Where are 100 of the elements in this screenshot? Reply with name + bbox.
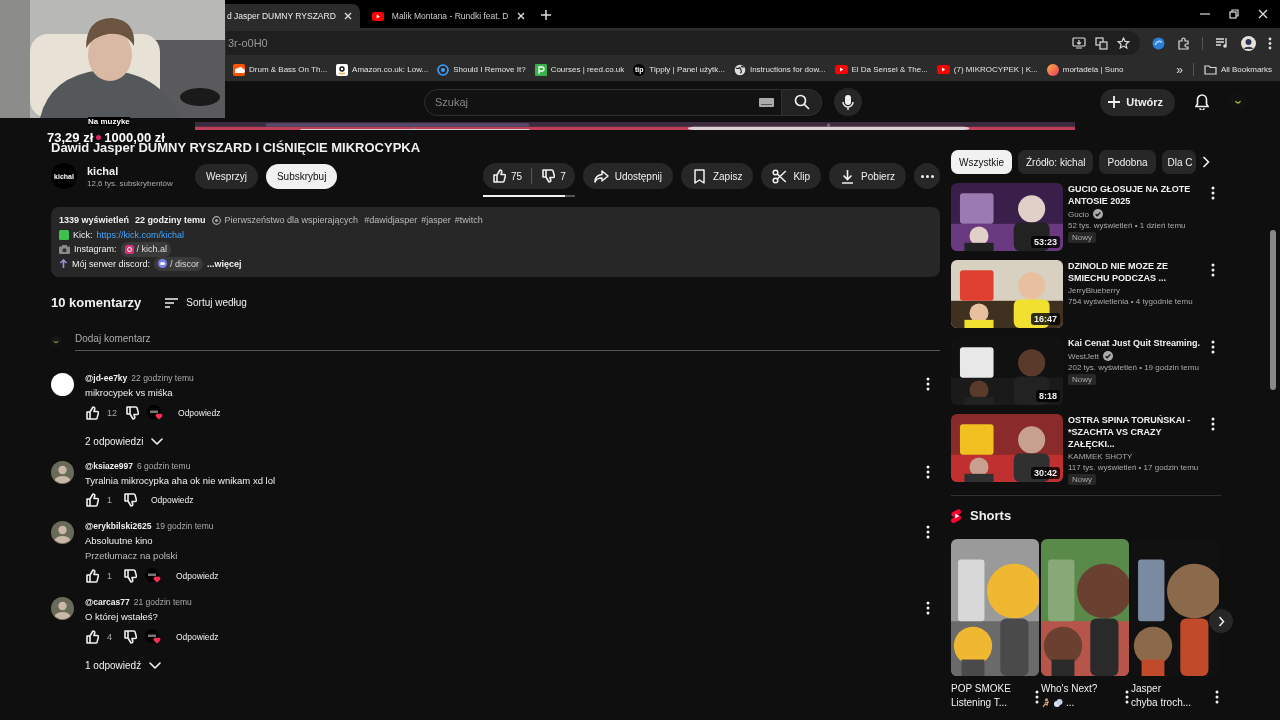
more-icon[interactable] (1211, 263, 1215, 277)
link-chip[interactable]: / discor (154, 256, 204, 271)
like-button[interactable]: 75 (483, 163, 532, 189)
comment-author[interactable]: @carcas77 (85, 597, 130, 607)
browser-tab[interactable]: Malik Montana - Rundki feat. D (359, 4, 533, 28)
comment-time[interactable]: 6 godzin temu (137, 461, 191, 471)
puzzle-icon[interactable] (1177, 36, 1190, 50)
media-queue-icon[interactable] (1215, 37, 1229, 49)
more-icon[interactable] (926, 377, 930, 391)
search-field[interactable]: Szukaj (424, 88, 782, 116)
comment-author[interactable]: @erykbilski2625 (85, 521, 152, 531)
more-icon[interactable] (1211, 186, 1215, 200)
thumbs-down-icon[interactable] (123, 493, 137, 507)
show-more-link[interactable]: ...więcej (207, 256, 242, 271)
thumbs-up-icon[interactable] (492, 169, 506, 183)
bookmark[interactable]: Amazon.co.uk: Low... (336, 63, 429, 76)
link[interactable]: https://kick.com/kichal (96, 227, 185, 242)
replies-toggle[interactable]: 1 odpowiedź (85, 660, 162, 671)
more-icon[interactable] (1125, 690, 1129, 704)
bookmark[interactable]: Instructions for dow... (733, 63, 826, 76)
avatar-icon[interactable] (51, 373, 74, 396)
action-button[interactable]: Udostępnij (582, 163, 673, 189)
avatar-icon[interactable] (51, 521, 74, 544)
profile-avatar-icon[interactable] (1241, 35, 1256, 51)
action-button[interactable]: Klip (761, 163, 822, 189)
more-icon[interactable] (926, 601, 930, 615)
channel-name[interactable]: WestJett (1068, 351, 1099, 361)
comment-time[interactable]: 21 godzin temu (133, 597, 192, 607)
action-button[interactable]: Pobierz (829, 163, 906, 189)
bookmark-folder[interactable]: All Bookmarks (1203, 64, 1272, 75)
thumbs-down-icon[interactable] (541, 169, 556, 183)
star-icon[interactable] (1117, 36, 1130, 50)
thumbs-up-icon[interactable] (85, 493, 99, 507)
more-icon[interactable] (926, 465, 930, 479)
link-chip[interactable]: / kich.al (120, 242, 172, 257)
hashtag-link[interactable]: #twitch (454, 213, 483, 228)
avatar-icon[interactable] (51, 461, 74, 484)
avatar-icon[interactable] (51, 597, 74, 620)
close-icon[interactable] (343, 12, 352, 20)
short-title[interactable]: Who's Next? (1041, 682, 1098, 696)
bookmark[interactable]: (7) MIKROCYPEK | K... (936, 65, 1038, 74)
bookmark[interactable]: mortadela | Suno (1046, 63, 1124, 76)
replies-toggle[interactable]: 2 odpowiedzi (85, 436, 164, 447)
bookmark[interactable]: Drum & Bass On Th... (233, 63, 328, 76)
channel-name[interactable]: JerryBlueberry (1068, 286, 1120, 295)
comment-time[interactable]: 22 godziny temu (131, 373, 194, 383)
more-icon[interactable] (1215, 690, 1219, 704)
video-title[interactable]: Kai Cenat Just Quit Streaming. (1068, 337, 1206, 349)
thumbs-up-icon[interactable] (85, 568, 99, 583)
reply-button[interactable]: Odpowiedz (145, 495, 194, 505)
install-app-icon[interactable] (1072, 37, 1086, 49)
scrollbar-thumb[interactable] (1270, 230, 1276, 390)
subscribe-button[interactable]: Subskrybuj (265, 163, 338, 189)
close-icon[interactable] (516, 12, 525, 20)
video-title[interactable]: DZINOLD NIE MOZE ZE SMIECHU PODCZAS ... (1068, 260, 1206, 284)
channel-name[interactable]: KAMMEK SHOTY (1068, 452, 1133, 461)
chevron-right-icon[interactable] (1201, 156, 1210, 168)
chevron-down-icon[interactable] (149, 661, 162, 670)
more-icon[interactable] (1211, 417, 1215, 431)
extension-icon[interactable] (1152, 36, 1165, 50)
thumbs-down-icon[interactable] (125, 405, 139, 420)
short-title[interactable]: chyba troch... (1131, 696, 1192, 710)
create-button[interactable]: Utwórz (1100, 88, 1175, 116)
reply-button[interactable]: Odpowiedz (170, 570, 219, 581)
translate-link[interactable]: Przetłumacz na polski (85, 550, 915, 561)
hashtag-link[interactable]: #jasper (421, 213, 451, 228)
comment-author[interactable]: @ksiaze997 (85, 461, 133, 471)
comment-time[interactable]: 19 godzin temu (155, 521, 214, 531)
thumbs-down-icon[interactable] (123, 568, 137, 583)
channel-name[interactable]: Gucio (1068, 209, 1089, 219)
search-button[interactable] (782, 88, 822, 116)
action-button[interactable]: Zapisz (680, 163, 754, 189)
hashtag-link[interactable]: #dawidjasper (364, 213, 418, 228)
more-bookmarks-button[interactable]: » (1176, 62, 1183, 77)
dislike-button[interactable]: 7 (532, 163, 575, 189)
more-icon[interactable] (1268, 36, 1272, 50)
translate-icon[interactable] (1095, 36, 1108, 50)
channel-name[interactable]: kichal (87, 164, 187, 177)
short-title[interactable]: POP SMOKE (951, 682, 1011, 696)
short-title[interactable]: ... (1066, 696, 1075, 710)
video-title[interactable]: OSTRA SPINA TORUŃSKAI - *SZACHTA VS CRAZY ZAŁĘCKI... (1068, 414, 1206, 450)
thumbs-down-icon[interactable] (123, 629, 137, 644)
support-button[interactable]: Wesprzyj (195, 163, 258, 189)
bookmark[interactable]: El Da Sensei & The... (834, 65, 928, 74)
close-icon[interactable] (1258, 9, 1268, 19)
sort-button[interactable]: Sortuj według (165, 297, 247, 308)
thumbs-up-icon[interactable] (85, 629, 99, 644)
new-tab-icon[interactable] (540, 10, 551, 20)
reply-button[interactable]: Odpowiedz (170, 631, 219, 642)
restore-icon[interactable] (1229, 9, 1239, 19)
more-icon[interactable] (926, 525, 930, 539)
bell-icon[interactable] (1195, 94, 1209, 110)
thumbs-up-icon[interactable] (85, 405, 99, 420)
filter-chip[interactable]: Wszystkie (951, 150, 1012, 174)
microphone-button[interactable] (834, 88, 862, 116)
more-actions-button[interactable] (914, 163, 940, 189)
description-box[interactable]: 1339 wyświetleń 22 godziny temu Pierwszeństwo dla wspierających #dawidjasper #jasper #twitch Kick: https://kick.com/kichal Instagram: / kich.al Mój serwer discord: / discor ...więcej (51, 207, 940, 277)
short-title[interactable]: Jasper (1131, 682, 1161, 696)
comment-field[interactable]: Dodaj komentarz (75, 331, 940, 351)
reply-button[interactable]: Odpowiedz (172, 407, 221, 418)
